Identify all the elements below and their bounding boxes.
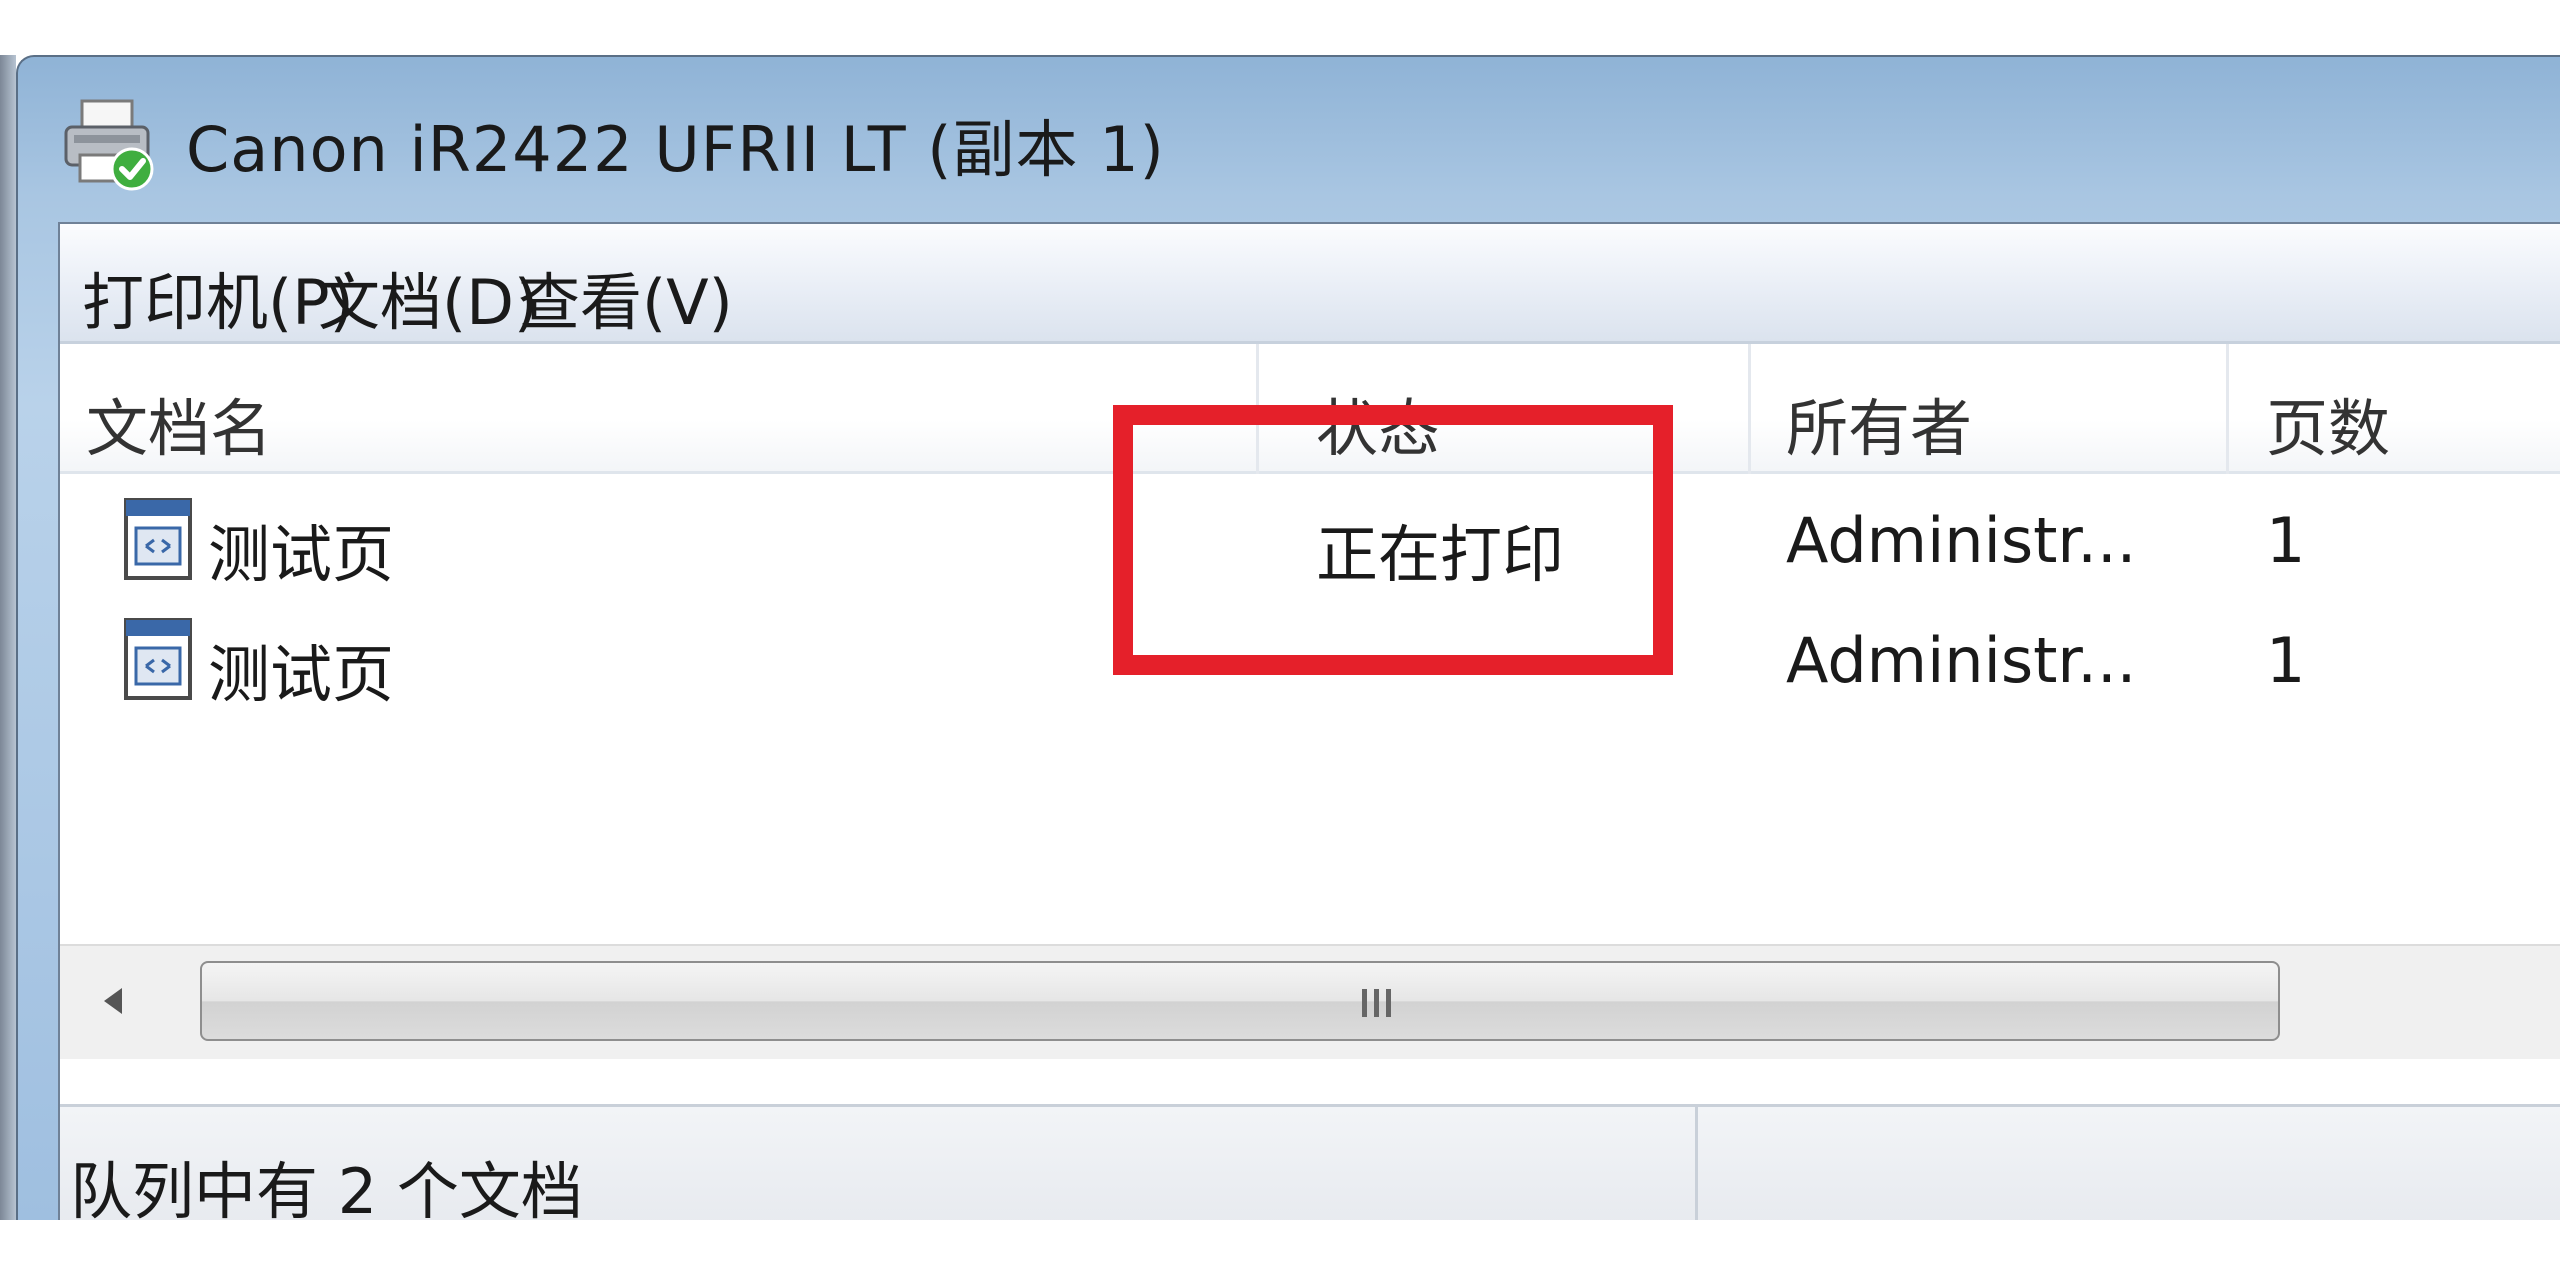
grip-icon (1362, 989, 1391, 1017)
column-header-owner[interactable]: 所有者 (1786, 378, 1972, 468)
print-queue-window: Canon iR2422 UFRII LT (副本 1) 打印机(P) 文档(D… (16, 55, 2560, 1242)
screenshot: Canon iR2422 UFRII LT (副本 1) 打印机(P) 文档(D… (0, 0, 2560, 1280)
list-header: 文档名 状态 所有者 页数 (60, 344, 2560, 474)
column-header-pages[interactable]: 页数 (2266, 378, 2390, 468)
document-list[interactable]: 文档名 状态 所有者 页数 测试页 正在打印 Administr... 1 测试… (60, 344, 2560, 944)
list-item[interactable]: 测试页 Administr... 1 (60, 594, 2560, 714)
document-pages: 1 (2266, 504, 2306, 577)
title-bar[interactable]: Canon iR2422 UFRII LT (副本 1) (18, 57, 2560, 222)
horizontal-scrollbar[interactable] (60, 944, 2560, 1059)
printer-icon (64, 99, 154, 191)
list-item[interactable]: 测试页 正在打印 Administr... 1 (60, 474, 2560, 594)
column-header-name[interactable]: 文档名 (86, 378, 272, 468)
document-owner: Administr... (1786, 624, 2137, 697)
queue-count-text: 队列中有 2 个文档 (70, 1155, 583, 1228)
window-client-area: 打印机(P) 文档(D) 查看(V) 文档名 状态 所有者 页数 测试页 正在打… (58, 222, 2560, 1242)
scroll-left-arrow-icon[interactable] (88, 976, 138, 1026)
menu-bar: 打印机(P) 文档(D) 查看(V) (60, 224, 2560, 344)
document-name: 测试页 (208, 518, 395, 591)
window-title: Canon iR2422 UFRII LT (副本 1) (186, 113, 1165, 186)
document-icon (124, 498, 192, 580)
document-pages: 1 (2266, 624, 2306, 697)
background-window-edge (0, 55, 16, 1220)
column-divider[interactable] (1256, 344, 1259, 474)
document-name: 测试页 (208, 638, 395, 711)
document-icon (124, 618, 192, 700)
column-divider[interactable] (1748, 344, 1751, 474)
document-owner: Administr... (1786, 504, 2137, 577)
status-bar: 队列中有 2 个文档 (60, 1104, 2560, 1242)
bottom-margin (0, 1220, 2560, 1280)
menu-document[interactable]: 文档(D) (318, 252, 538, 342)
menu-view[interactable]: 查看(V) (518, 252, 733, 342)
scrollbar-thumb[interactable] (200, 961, 2280, 1041)
menu-printer[interactable]: 打印机(P) (82, 252, 354, 342)
column-divider[interactable] (2226, 344, 2229, 474)
column-header-status[interactable]: 状态 (1316, 378, 1440, 468)
document-status: 正在打印 (1316, 518, 1565, 591)
